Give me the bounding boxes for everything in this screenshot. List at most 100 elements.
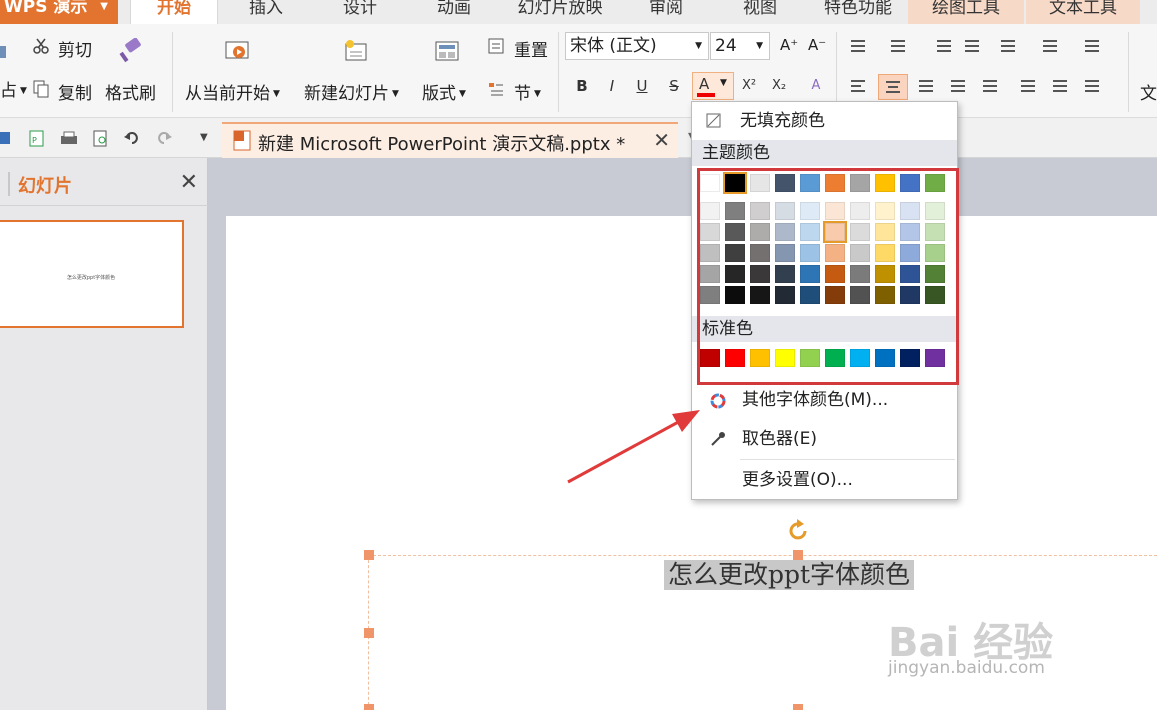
slide-panel-header: 幻灯片 ✕ <box>0 158 208 206</box>
ribbon: 占 ▼ 剪切 复制 格式刷 从当前开始 ▼ 新建幻灯片 ▼ 版式 ▼ 重置 节 ▼ 宋体 … <box>0 24 1157 118</box>
align-text-button[interactable] <box>1040 36 1062 56</box>
font-size-select[interactable]: 24 ▼ <box>710 32 770 60</box>
cut-button[interactable]: 剪切 <box>58 36 92 61</box>
pptx-file-icon <box>233 130 251 151</box>
customize-quick-access-icon[interactable]: ▼ <box>200 132 208 143</box>
copy-icon <box>33 80 49 98</box>
align-left-button[interactable] <box>848 76 870 96</box>
no-fill-color-item[interactable]: 无填充颜色 <box>692 104 957 138</box>
more-font-colors-label: 其他字体颜色(M)... <box>742 390 889 410</box>
no-fill-color-label: 无填充颜色 <box>740 111 825 131</box>
resize-handle[interactable] <box>793 550 803 560</box>
grow-font-button[interactable]: A⁺ <box>780 36 798 54</box>
tab-special-features[interactable]: 特色功能 <box>814 0 902 24</box>
tab-insert[interactable]: 插入 <box>230 0 302 24</box>
theme-colors-header: 主题颜色 <box>692 140 957 166</box>
reset-button[interactable]: 重置 <box>514 36 548 61</box>
close-icon[interactable]: ✕ <box>180 170 198 195</box>
tab-drawing-tools[interactable]: 绘图工具 <box>908 0 1024 24</box>
new-slide-label: 新建幻灯片 <box>304 84 389 104</box>
tab-design[interactable]: 设计 <box>322 0 398 24</box>
shrink-font-button[interactable]: A⁻ <box>808 36 826 54</box>
columns-button[interactable] <box>1082 76 1104 96</box>
close-icon[interactable]: ✕ <box>653 128 670 152</box>
play-from-current-icon <box>225 41 249 59</box>
ribbon-separator <box>836 32 837 112</box>
format-painter-button[interactable]: 格式刷 <box>105 79 156 104</box>
slide-title-text[interactable]: 怎么更改ppt字体颜色 <box>664 560 915 590</box>
increase-indent-button[interactable] <box>962 36 984 56</box>
tab-review[interactable]: 审阅 <box>630 0 702 24</box>
slide-panel: 幻灯片 ✕ 怎么更改ppt字体颜色 <box>0 158 208 710</box>
quick-access-bar: P ▼ 新建 Microsoft PowerPoint 演示文稿.pptx * … <box>0 118 1157 158</box>
strikethrough-button[interactable]: S <box>662 74 686 98</box>
eyedropper-item[interactable]: 取色器(E) <box>692 422 957 456</box>
numbering-button[interactable] <box>888 36 910 56</box>
export-pdf-icon[interactable]: P <box>28 130 46 148</box>
more-settings-item[interactable]: 更多设置(O)... <box>692 463 957 497</box>
eyedropper-label: 取色器(E) <box>742 429 818 449</box>
font-color-button[interactable]: A ▼ <box>692 72 734 100</box>
justify-button[interactable] <box>948 76 970 96</box>
section-label: 节 <box>514 84 531 104</box>
resize-handle[interactable] <box>364 704 374 710</box>
text-box-button[interactable]: 文 <box>1140 79 1157 104</box>
tab-home[interactable]: 开始 <box>130 0 218 24</box>
more-settings-label: 更多设置(O)... <box>742 470 853 490</box>
save-icon[interactable] <box>0 130 10 146</box>
underline-button[interactable]: U <box>630 74 654 98</box>
layout-icon <box>435 41 459 61</box>
paste-button[interactable]: 占 ▼ <box>0 76 27 101</box>
tab-text-tools[interactable]: 文本工具 <box>1026 0 1140 24</box>
app-name: WPS 演示 <box>4 0 88 17</box>
new-slide-button[interactable]: 新建幻灯片 ▼ <box>304 79 399 104</box>
copy-button[interactable]: 复制 <box>58 79 92 104</box>
resize-handle[interactable] <box>793 704 803 710</box>
distribute-button[interactable] <box>980 76 1002 96</box>
section-button[interactable]: 节 ▼ <box>514 79 541 104</box>
app-menu-button[interactable]: WPS 演示 ▼ <box>0 0 118 24</box>
format-painter-icon <box>119 38 141 63</box>
document-tab[interactable]: 新建 Microsoft PowerPoint 演示文稿.pptx * ✕ <box>222 122 678 158</box>
no-fill-icon <box>706 113 721 128</box>
print-preview-icon[interactable] <box>92 130 110 148</box>
ribbon-separator <box>1128 32 1129 112</box>
slide-panel-tab[interactable]: 幻灯片 <box>18 172 72 198</box>
align-center-button[interactable] <box>878 74 908 100</box>
more-font-colors-item[interactable]: 其他字体颜色(M)... <box>692 383 957 417</box>
ribbon-separator <box>172 32 173 112</box>
font-name-select[interactable]: 宋体 (正文) ▼ <box>565 32 709 60</box>
color-wheel-icon <box>710 393 726 409</box>
reset-icon <box>488 38 504 54</box>
chevron-down-icon: ▼ <box>720 78 727 88</box>
from-current-start-button[interactable]: 从当前开始 ▼ <box>185 79 280 104</box>
subscript-button[interactable]: X₂ <box>767 74 791 98</box>
slide-thumbnail[interactable]: 怎么更改ppt字体颜色 <box>0 220 184 328</box>
paragraph-spacing-button[interactable] <box>1050 76 1072 96</box>
layout-button[interactable]: 版式 ▼ <box>422 79 466 104</box>
ribbon-separator <box>558 32 559 112</box>
font-name-value: 宋体 (正文) <box>570 36 657 56</box>
slide-thumbnail-text: 怎么更改ppt字体颜色 <box>66 275 116 281</box>
resize-handle[interactable] <box>364 628 374 638</box>
line-spacing-button[interactable] <box>1018 76 1040 96</box>
align-right-button[interactable] <box>916 76 938 96</box>
decrease-indent-button[interactable] <box>934 36 956 56</box>
resize-handle[interactable] <box>364 550 374 560</box>
clear-format-button[interactable]: A <box>804 74 828 98</box>
print-icon[interactable] <box>60 130 78 148</box>
tab-animation[interactable]: 动画 <box>418 0 490 24</box>
text-effects-button[interactable] <box>1082 36 1104 56</box>
layout-label: 版式 <box>422 84 456 104</box>
italic-button[interactable]: I <box>600 74 624 98</box>
rotate-handle-icon[interactable] <box>787 519 811 543</box>
tab-slideshow[interactable]: 幻灯片放映 <box>508 0 612 24</box>
text-direction-button[interactable] <box>998 36 1020 56</box>
font-color-glyph: A <box>699 75 710 93</box>
tab-view[interactable]: 视图 <box>722 0 798 24</box>
superscript-button[interactable]: X² <box>737 74 761 98</box>
undo-icon[interactable] <box>124 130 140 146</box>
bold-button[interactable]: B <box>570 74 594 98</box>
bullets-button[interactable] <box>848 36 870 56</box>
redo-icon[interactable] <box>156 130 172 146</box>
